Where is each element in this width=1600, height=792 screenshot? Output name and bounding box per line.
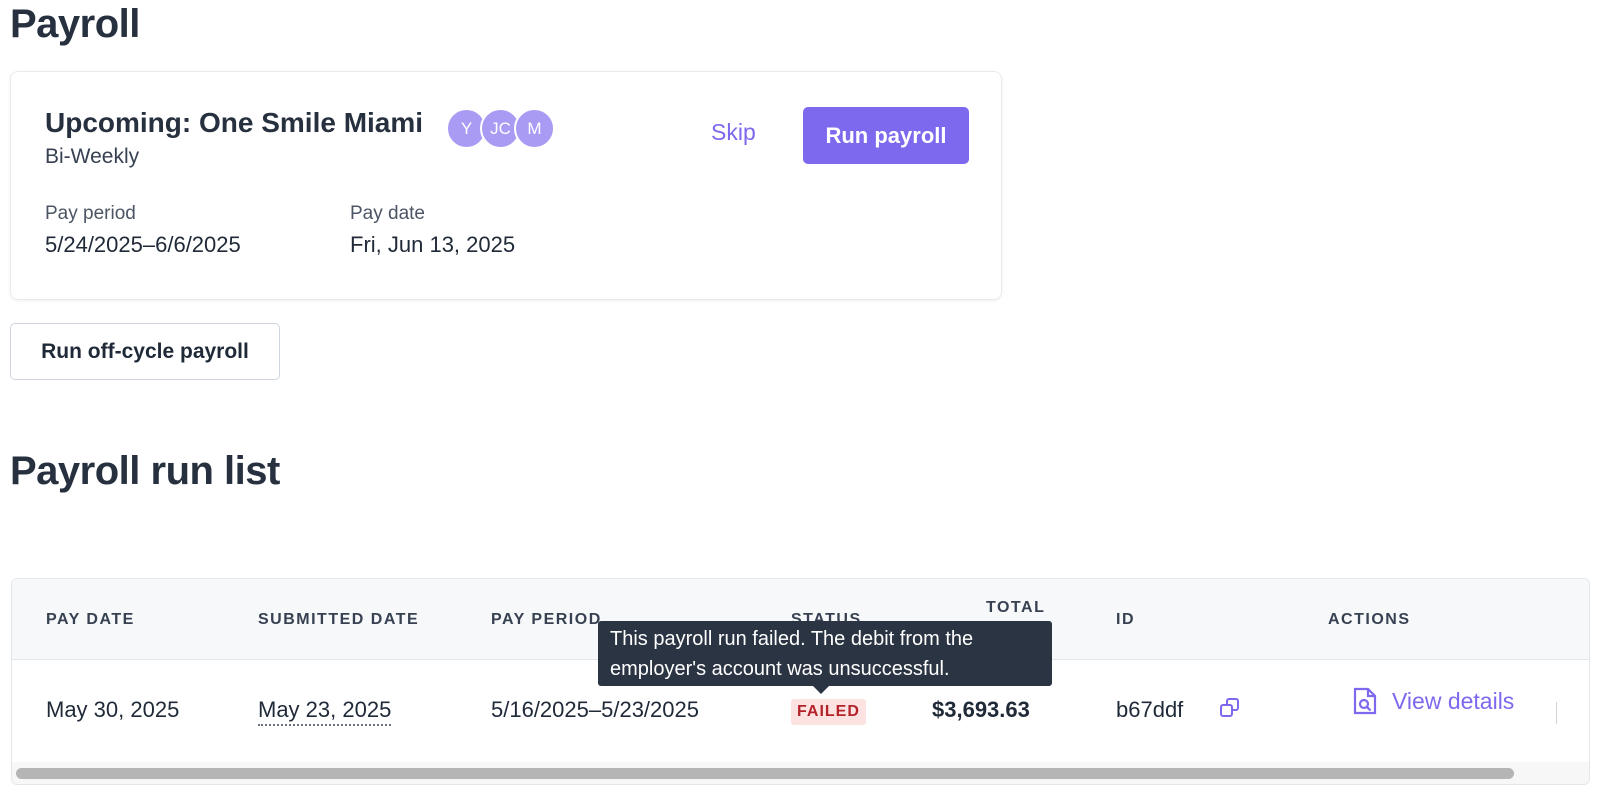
copy-icon[interactable] bbox=[1218, 696, 1242, 720]
scrollbar-thumb[interactable] bbox=[16, 768, 1514, 779]
pay-period-label: Pay period bbox=[45, 203, 136, 224]
tooltip-arrow bbox=[813, 686, 829, 694]
tooltip-line: This payroll run failed. The debit from … bbox=[610, 628, 974, 650]
horizontal-scrollbar[interactable] bbox=[12, 762, 1589, 784]
pay-date-value: Fri, Jun 13, 2025 bbox=[350, 232, 516, 257]
row-submitted-date[interactable]: May 23, 2025 bbox=[258, 697, 392, 726]
pay-date-label: Pay date bbox=[350, 203, 425, 224]
tooltip-line: employer's account was unsuccessful. bbox=[610, 658, 950, 680]
document-search-icon bbox=[1353, 687, 1377, 715]
column-header-id: ID bbox=[1116, 611, 1135, 628]
pay-period-value: 5/24/2025–6/6/2025 bbox=[45, 232, 241, 257]
pay-frequency: Bi-Weekly bbox=[45, 145, 140, 168]
page-title: Payroll bbox=[10, 2, 140, 46]
payroll-run-list-title: Payroll run list bbox=[10, 449, 280, 493]
status-badge[interactable]: FAILED bbox=[791, 699, 866, 725]
employee-avatars: Y JC M bbox=[446, 108, 555, 150]
skip-button[interactable]: Skip bbox=[711, 119, 756, 146]
view-details-label: View details bbox=[1392, 687, 1515, 714]
run-off-cycle-payroll-button[interactable]: Run off-cycle payroll bbox=[10, 323, 280, 380]
row-pay-date: May 30, 2025 bbox=[46, 697, 180, 722]
column-header-total: TOTAL bbox=[986, 599, 1046, 616]
run-payroll-button[interactable]: Run payroll bbox=[803, 107, 969, 164]
upcoming-payroll-title: Upcoming: One Smile Miami bbox=[45, 107, 424, 138]
status-tooltip: This payroll run failed. The debit from … bbox=[598, 621, 1052, 686]
row-pay-period: 5/16/2025–5/23/2025 bbox=[491, 697, 699, 722]
column-header-pay-period: PAY PERIOD bbox=[491, 611, 602, 628]
row-total: $3,693.63 bbox=[932, 697, 1030, 722]
column-header-submitted-date: SUBMITTED DATE bbox=[258, 611, 420, 628]
row-id: b67ddf bbox=[1116, 697, 1184, 722]
divider bbox=[1556, 702, 1557, 724]
column-header-actions: ACTIONS bbox=[1328, 611, 1411, 628]
view-details-button[interactable]: View details bbox=[1352, 686, 1514, 716]
avatar: M bbox=[514, 108, 555, 149]
upcoming-payroll-card: Upcoming: One Smile Miami Bi-Weekly Y JC… bbox=[10, 71, 1002, 300]
column-header-pay-date: PAY DATE bbox=[46, 611, 135, 628]
